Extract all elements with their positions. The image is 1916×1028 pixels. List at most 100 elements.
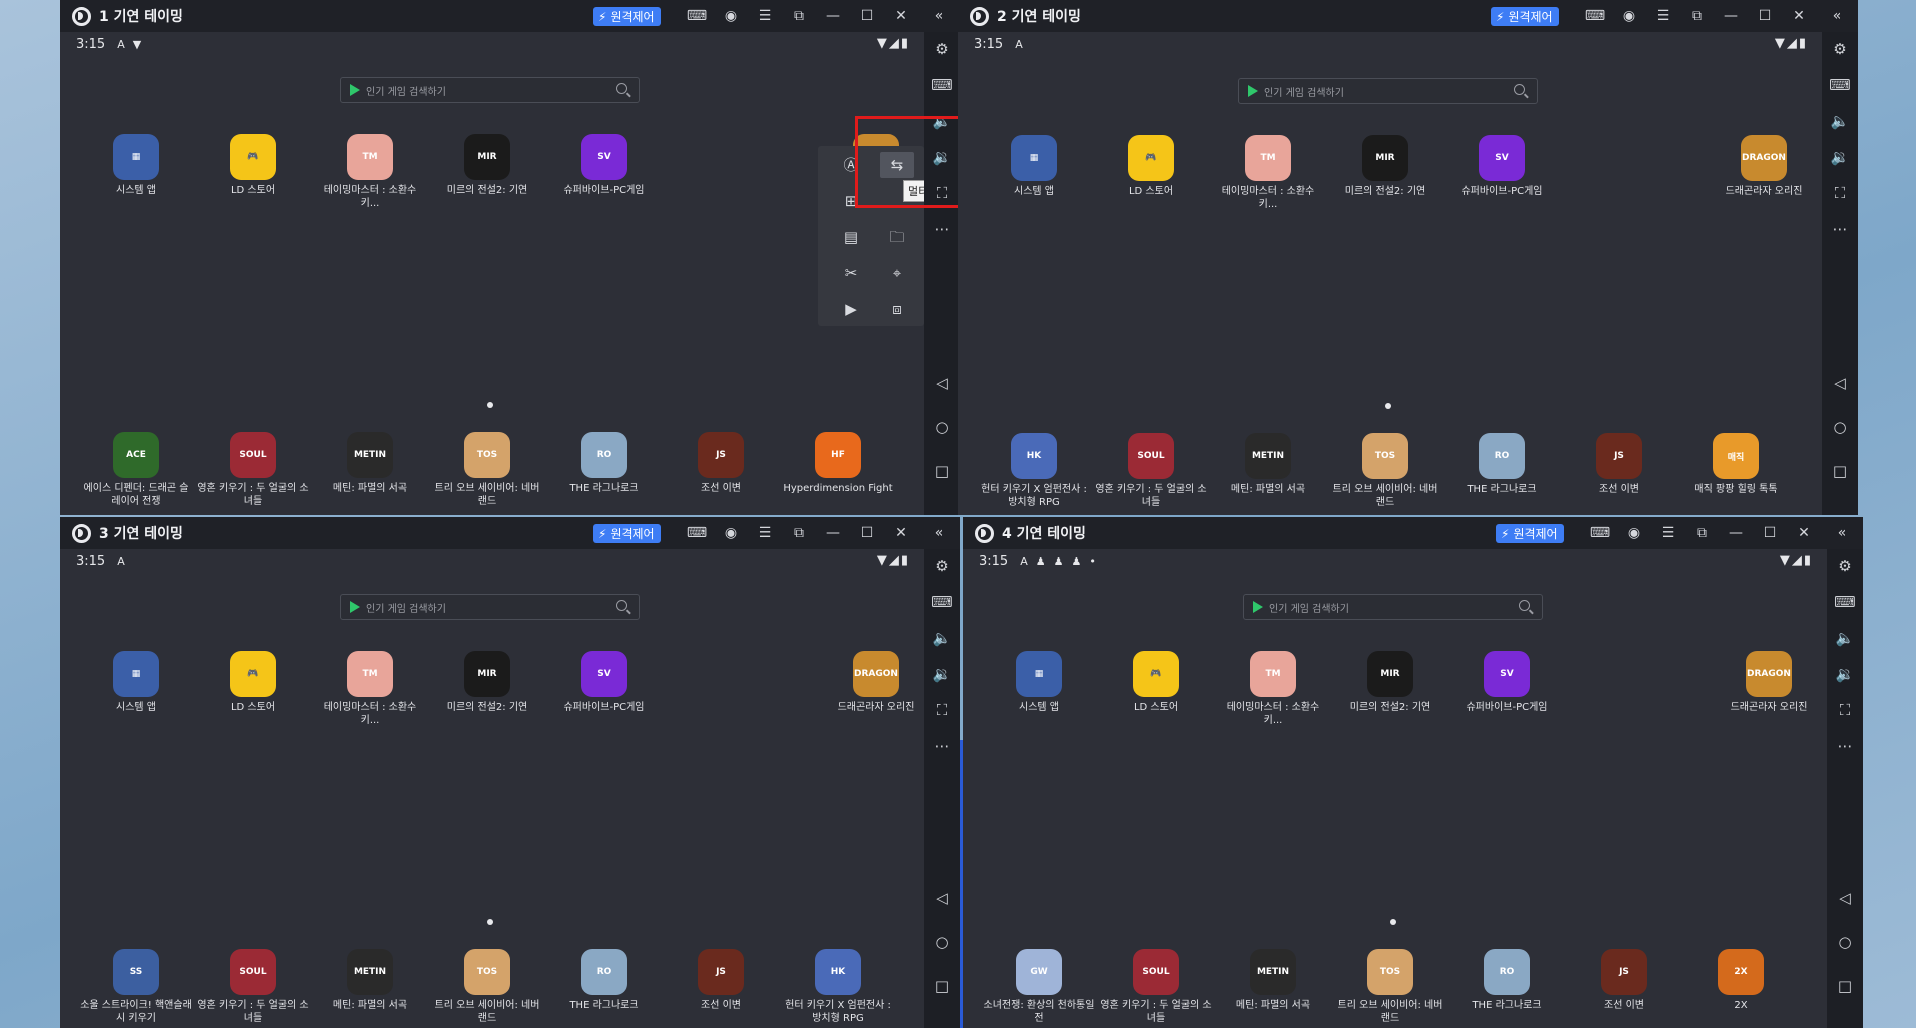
collapse-sidebar-icon[interactable]: « [922, 8, 956, 24]
settings-icon[interactable]: ⚙ [1827, 557, 1863, 575]
app-bottom[interactable]: TOS 트리 오브 세이비어: 네버랜드 [1334, 949, 1446, 1025]
app-top[interactable]: MIR 미르의 전설2: 기연 [431, 134, 543, 197]
search-bar[interactable]: 인기 게임 검색하기 [1238, 78, 1538, 104]
app-bottom[interactable]: SOUL 영혼 키우기 : 두 얼굴의 소녀들 [1095, 433, 1207, 509]
app-bottom[interactable]: SOUL 영혼 키우기 : 두 얼굴의 소녀들 [197, 432, 309, 508]
app-top[interactable]: 🎮 LD 스토어 [197, 651, 309, 714]
app-bottom[interactable]: SOUL 영혼 키우기 : 두 얼굴의 소녀들 [1100, 949, 1212, 1025]
more-icon[interactable]: ⋯ [924, 220, 960, 238]
app-top[interactable]: TM 테이밍마스터 : 소환수 키... [314, 651, 426, 727]
app-bottom[interactable]: HK 헌터 키우기 X 엄펀전사 : 방치형 RPG [978, 433, 1090, 509]
collapse-sidebar-icon[interactable]: « [1825, 525, 1859, 541]
app-bottom[interactable]: METIN 메틴: 파멸의 서곡 [314, 949, 426, 1012]
volume-up-icon[interactable]: 🔈 [1827, 629, 1863, 647]
app-top[interactable]: 🎮 LD 스토어 [197, 134, 309, 197]
app-bottom[interactable]: RO THE 라그나로크 [1446, 433, 1558, 496]
app-bottom[interactable]: ACE 에이스 디펜더: 드래곤 슬레이어 전쟁 [80, 432, 192, 508]
maximize-icon[interactable]: ☐ [1753, 525, 1787, 541]
app-bottom[interactable]: JS 조선 이변 [665, 432, 777, 495]
account-icon[interactable]: ◉ [1617, 525, 1651, 541]
back-icon[interactable]: ◁ [1822, 374, 1858, 392]
volume-down-icon[interactable]: 🔉 [924, 665, 960, 683]
app-top[interactable]: ▦ 시스템 앱 [80, 134, 192, 197]
app-top[interactable]: SV 슈퍼바이브-PC게임 [1451, 651, 1563, 714]
back-icon[interactable]: ◁ [924, 374, 960, 392]
app-bottom[interactable]: 매직 매직 팡팡 힐링 톡톡 [1680, 433, 1792, 496]
app-top[interactable]: SV 슈퍼바이브-PC게임 [548, 651, 660, 714]
keyboard-icon[interactable]: ⌨ [924, 593, 960, 611]
minimize-icon[interactable]: — [816, 8, 850, 24]
collapse-sidebar-icon[interactable]: « [922, 525, 956, 541]
app-bottom[interactable]: TOS 트리 오브 세이비어: 네버랜드 [431, 432, 543, 508]
scissors-icon[interactable]: ✂ [834, 260, 868, 286]
android-screen[interactable]: 3:15 A ▼◢▮ 인기 게임 검색하기 ▦ 시스템 앱 🎮 LD 스토어 TM 테이밍… [60, 549, 924, 1028]
search-bar[interactable]: 인기 게임 검색하기 [340, 594, 640, 620]
minimize-icon[interactable]: — [1719, 525, 1753, 541]
maximize-icon[interactable]: ☐ [850, 8, 884, 24]
popout-icon[interactable]: ⧉ [1680, 8, 1714, 24]
collapse-sidebar-icon[interactable]: « [1820, 8, 1854, 24]
back-icon[interactable]: ◁ [1827, 889, 1863, 907]
close-icon[interactable]: ✕ [1787, 525, 1821, 541]
minimize-icon[interactable]: — [1714, 8, 1748, 24]
close-icon[interactable]: ✕ [1782, 8, 1816, 24]
app-bottom[interactable]: RO THE 라그나로크 [548, 432, 660, 495]
screenshot-icon[interactable]: ⛶ [1822, 184, 1858, 202]
account-icon[interactable]: ◉ [1612, 8, 1646, 24]
more-icon[interactable]: ⋯ [1822, 220, 1858, 238]
maximize-icon[interactable]: ☐ [1748, 8, 1782, 24]
remote-control-button[interactable]: ⚡ 원격제어 [593, 524, 661, 543]
gamepad-icon[interactable]: ⌨ [1578, 8, 1612, 24]
app-bottom[interactable]: SOUL 영혼 키우기 : 두 얼굴의 소녀들 [197, 949, 309, 1025]
recents-icon[interactable]: □ [924, 977, 960, 995]
remote-control-button[interactable]: ⚡ 원격제어 [593, 7, 661, 26]
shake-icon[interactable]: ⧈ [880, 296, 914, 322]
home-icon[interactable]: ○ [924, 933, 960, 951]
app-bottom[interactable]: GW 소녀전쟁: 환상의 천하통일전 [983, 949, 1095, 1025]
keyboard-icon[interactable]: ⌨ [1827, 593, 1863, 611]
app-top[interactable]: SV 슈퍼바이브-PC게임 [548, 134, 660, 197]
maximize-icon[interactable]: ☐ [850, 525, 884, 541]
app-top[interactable]: ▦ 시스템 앱 [978, 135, 1090, 198]
titlebar[interactable]: 3 기연 테이밍 ⚡ 원격제어 ⌨ ◉ ☰ ⧉ — ☐ ✕ « [60, 517, 960, 549]
app-bottom[interactable]: METIN 메틴: 파멸의 서곡 [1212, 433, 1324, 496]
menu-icon[interactable]: ☰ [748, 8, 782, 24]
keyboard-icon[interactable]: ⌨ [924, 76, 960, 94]
app-top[interactable]: MIR 미르의 전설2: 기연 [1334, 651, 1446, 714]
app-top[interactable]: TM 테이밍마스터 : 소환수 키... [1212, 135, 1324, 211]
app-bottom[interactable]: 2X 2X [1685, 949, 1797, 1012]
search-bar[interactable]: 인기 게임 검색하기 [340, 77, 640, 103]
account-icon[interactable]: ◉ [714, 8, 748, 24]
app-bottom[interactable]: METIN 메틴: 파멸의 서곡 [314, 432, 426, 495]
app-bottom[interactable]: JS 조선 이변 [665, 949, 777, 1012]
app-bottom[interactable]: SS 소울 스트라이크! 핵앤슬래시 키우기 [80, 949, 192, 1025]
keyboard-icon[interactable]: ⌨ [1822, 76, 1858, 94]
recents-icon[interactable]: □ [924, 462, 960, 480]
more-icon[interactable]: ⋯ [924, 737, 960, 755]
folder-icon[interactable]: 🗀 [880, 224, 914, 250]
volume-up-icon[interactable]: 🔈 [924, 629, 960, 647]
home-icon[interactable]: ○ [924, 418, 960, 436]
location-icon[interactable]: ⌖ [880, 260, 914, 286]
search-bar[interactable]: 인기 게임 검색하기 [1243, 594, 1543, 620]
volume-down-icon[interactable]: 🔉 [1822, 148, 1858, 166]
app-top[interactable]: DRAGON 드래곤라자 오리진 [1713, 651, 1825, 714]
account-icon[interactable]: ◉ [714, 525, 748, 541]
settings-icon[interactable]: ⚙ [924, 557, 960, 575]
close-icon[interactable]: ✕ [884, 525, 918, 541]
recents-icon[interactable]: □ [1822, 462, 1858, 480]
volume-down-icon[interactable]: 🔉 [1827, 665, 1863, 683]
app-bottom[interactable]: RO THE 라그나로크 [548, 949, 660, 1012]
recents-icon[interactable]: □ [1827, 977, 1863, 995]
app-top[interactable]: ▦ 시스템 앱 [983, 651, 1095, 714]
remote-control-button[interactable]: ⚡ 원격제어 [1491, 7, 1559, 26]
app-bottom[interactable]: JS 조선 이변 [1568, 949, 1680, 1012]
more-icon[interactable]: ⋯ [1827, 737, 1863, 755]
close-icon[interactable]: ✕ [884, 8, 918, 24]
app-bottom[interactable]: HK 헌터 키우기 X 엄펀전사 : 방치형 RPG [782, 949, 894, 1025]
popout-icon[interactable]: ⧉ [1685, 525, 1719, 541]
app-bottom[interactable]: HF Hyperdimension Fight [782, 432, 894, 495]
home-icon[interactable]: ○ [1827, 933, 1863, 951]
gamepad-icon[interactable]: ⌨ [1583, 525, 1617, 541]
minimize-icon[interactable]: — [816, 525, 850, 541]
